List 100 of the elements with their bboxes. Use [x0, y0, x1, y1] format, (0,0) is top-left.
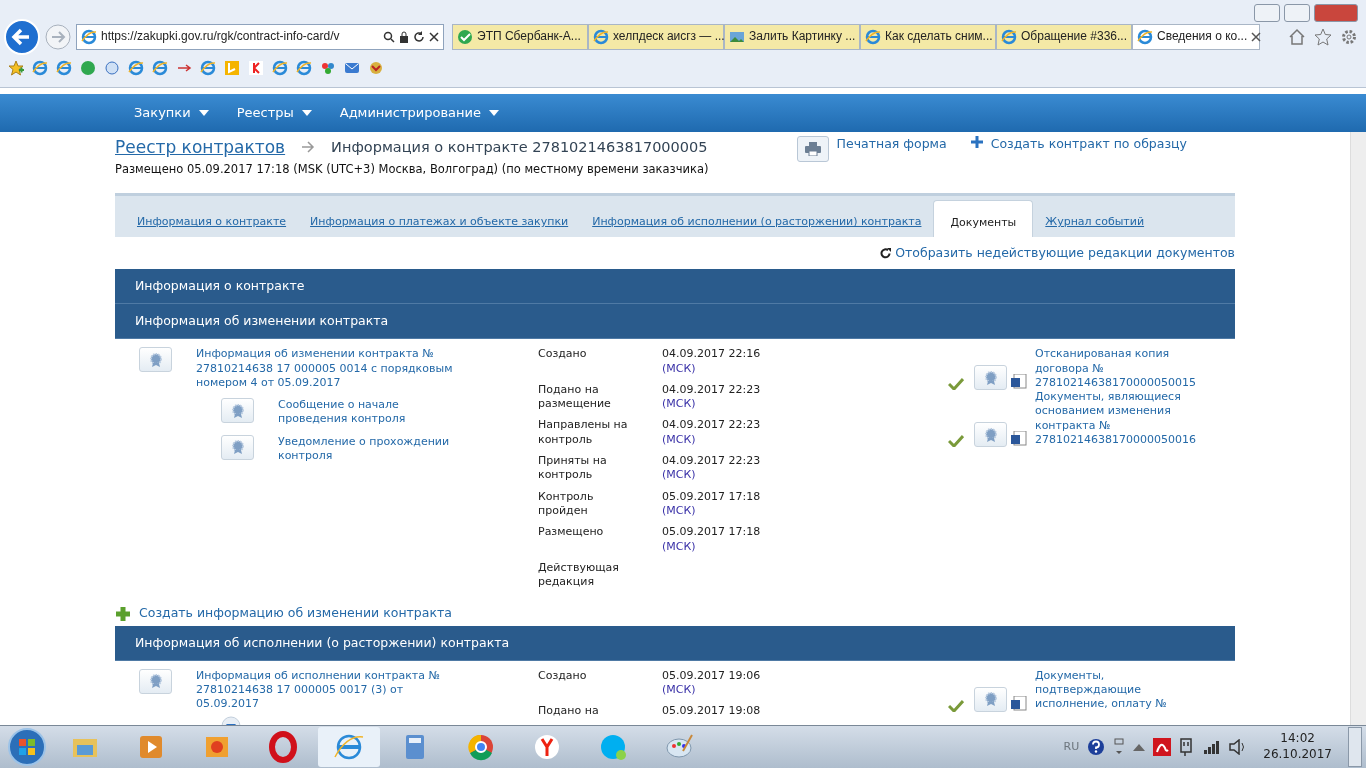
- timezone-label: (МСК): [662, 468, 697, 483]
- circle-icon[interactable]: [104, 60, 120, 76]
- attachment-link[interactable]: Документы, подтверждающие исполнение, оплату №: [1035, 668, 1210, 712]
- browser-tab[interactable]: Как сделать сним...: [860, 24, 996, 50]
- printer-icon: [804, 142, 821, 156]
- up-arrow-icon[interactable]: [1133, 743, 1146, 751]
- antivirus-icon[interactable]: [1153, 738, 1172, 756]
- clock-date[interactable]: 26.10.2017: [1263, 747, 1332, 763]
- tab[interactable]: Информация о платежах и объекте закупки: [298, 196, 581, 238]
- menu-item[interactable]: Закупки: [120, 104, 223, 122]
- back-button[interactable]: [4, 19, 40, 55]
- action-link[interactable]: Печатная форма: [836, 136, 947, 153]
- tab[interactable]: Документы: [933, 200, 1034, 238]
- url-text: https://zakupki.gov.ru/rgk/contract-info-card/v: [101, 29, 341, 45]
- breadcrumb-link[interactable]: Реестр контрактов: [115, 136, 286, 159]
- timezone-label: (МСК): [662, 397, 697, 412]
- event-label: Приняты на контроль: [538, 454, 608, 483]
- sber-logo-icon: [457, 29, 473, 45]
- browser-icon[interactable]: [32, 60, 48, 76]
- event-date: 05.09.2017 19:06: [662, 668, 761, 683]
- timezone-label: (МСК): [662, 432, 697, 448]
- create-link[interactable]: Создать информацию об изменении контракта: [139, 605, 452, 622]
- browser-icon[interactable]: [272, 60, 288, 76]
- action-link[interactable]: Создать контракт по образцу: [990, 136, 1187, 153]
- timezone-label: (МСК): [662, 683, 697, 698]
- word-document-icon: [1011, 374, 1027, 391]
- attachment-link[interactable]: Документы, являющиеся основанием изменения контракта № 27810214638170000050016: [1035, 390, 1210, 448]
- browser-icon: [865, 29, 881, 45]
- minimize-button[interactable]: [1254, 4, 1280, 22]
- bing-icon[interactable]: [224, 60, 240, 76]
- home-icon[interactable]: [1288, 28, 1306, 46]
- show-desktop-button[interactable]: [1348, 727, 1362, 767]
- taskbar-button[interactable]: [318, 727, 380, 767]
- document-link[interactable]: Информация об изменении контракта № 27810214638 17 000005 0014 с порядковым номером 4 от 05.09.2017: [196, 347, 456, 391]
- sber-logo-icon[interactable]: [80, 60, 96, 76]
- clock-time[interactable]: 14:02: [1263, 731, 1332, 747]
- browser-tab[interactable]: Сведения о ко...: [1132, 24, 1260, 50]
- certificate-button[interactable]: [139, 668, 172, 694]
- certificate-button[interactable]: [974, 365, 1007, 391]
- plus-icon: [970, 136, 983, 148]
- document-link[interactable]: Сообщение о начале проведения контроля: [278, 398, 468, 427]
- attachment-link[interactable]: Отсканированая копия договора № 27810214638170000050015: [1035, 347, 1210, 391]
- plus-icon: [115, 605, 131, 622]
- help-icon[interactable]: [1087, 738, 1106, 756]
- browser-icon: [1001, 29, 1017, 45]
- signal-icon[interactable]: [1203, 740, 1222, 754]
- event-label: Размещено: [538, 525, 605, 541]
- caret-icon: [489, 110, 500, 116]
- close-button[interactable]: [1314, 4, 1358, 22]
- close-icon[interactable]: [429, 32, 439, 42]
- browser-icon[interactable]: [152, 60, 168, 76]
- event-label: Создано: [538, 668, 588, 684]
- browser-icon[interactable]: [200, 60, 216, 76]
- certificate-button[interactable]: [974, 422, 1007, 448]
- tab[interactable]: Информация о контракте: [125, 196, 299, 238]
- menu-item[interactable]: Реестры: [222, 104, 326, 122]
- window-icon[interactable]: [1113, 738, 1126, 756]
- colorful-icon[interactable]: [320, 60, 336, 76]
- certificate-button[interactable]: [139, 347, 172, 373]
- settings-icon[interactable]: [1340, 28, 1358, 46]
- address-bar[interactable]: https://zakupki.gov.ru/rgk/contract-info-card/v: [76, 24, 444, 50]
- browser-tab[interactable]: ЭТП Сбербанк-А...: [452, 24, 588, 50]
- tab-title: хелпдеск аисгз — ...: [613, 29, 725, 45]
- tab-title: ЭТП Сбербанк-А...: [477, 29, 581, 45]
- tab[interactable]: Журнал событий: [1033, 196, 1157, 238]
- certificate-button[interactable]: [221, 434, 254, 460]
- favorites-star-icon[interactable]: [8, 60, 24, 76]
- document-link[interactable]: Уведомление о прохождении контроля: [278, 434, 468, 464]
- refresh-icon[interactable]: [413, 31, 425, 43]
- document-link[interactable]: Информация об исполнении контракта № 27810214638 17 000005 0017 (3) от 05.09.2017: [196, 668, 456, 712]
- browser-tab[interactable]: Залить Картинку ...: [724, 24, 860, 50]
- placement-note: Размещено 05.09.2017 17:18 (MSK (UTC+3) Москва, Волгоград) (по местному времени заказчика): [115, 162, 709, 178]
- restore-button[interactable]: [1284, 4, 1310, 22]
- browser-icon[interactable]: [296, 60, 312, 76]
- section-header: Информация о контракте: [115, 269, 1235, 305]
- rosette-icon: [229, 439, 246, 456]
- tab-title: Сведения о ко...: [1157, 29, 1248, 45]
- emblem-icon[interactable]: [368, 60, 384, 76]
- print-button[interactable]: [796, 136, 829, 162]
- event-label: Направлены на контроль: [538, 418, 629, 448]
- certificate-button[interactable]: [974, 686, 1007, 712]
- scrollbar[interactable]: [1350, 132, 1366, 725]
- browser-icon: [1137, 29, 1153, 45]
- browser-icon[interactable]: [128, 60, 144, 76]
- browser-icon[interactable]: [56, 60, 72, 76]
- tab[interactable]: Информация об исполнении (о расторжении) контракта: [580, 196, 934, 238]
- yandex-icon[interactable]: [248, 60, 264, 76]
- forward-button[interactable]: [44, 23, 72, 51]
- close-icon[interactable]: [1251, 32, 1262, 42]
- menu-item[interactable]: Администрирование: [325, 104, 514, 122]
- star-icon[interactable]: [1314, 28, 1332, 46]
- mail-icon[interactable]: [344, 60, 360, 76]
- event-date: 04.09.2017 22:23: [662, 382, 761, 398]
- event-date: 05.09.2017 17:18: [662, 525, 761, 540]
- search-icon[interactable]: [383, 31, 395, 43]
- browser-tab[interactable]: Обращение #336...: [996, 24, 1132, 50]
- tab-title: Залить Картинку ...: [749, 29, 856, 45]
- certificate-button[interactable]: [221, 398, 254, 424]
- arrow-icon: [301, 141, 316, 154]
- browser-tab[interactable]: хелпдеск аисгз — ...: [588, 24, 724, 50]
